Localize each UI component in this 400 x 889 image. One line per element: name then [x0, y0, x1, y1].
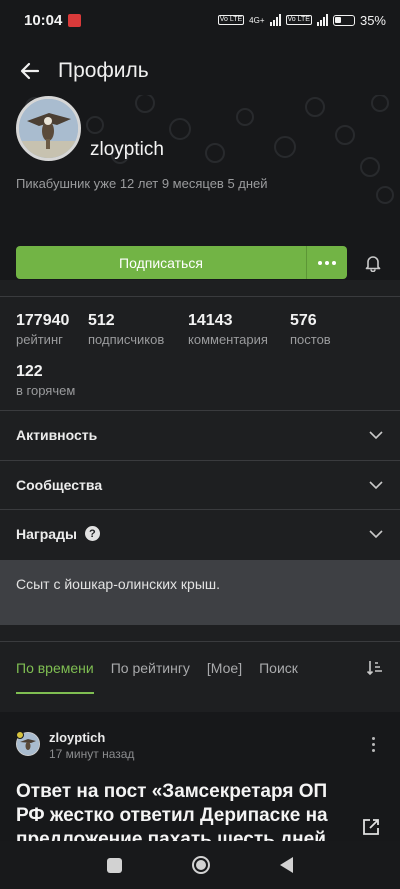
- stat-value: 14143: [188, 312, 233, 329]
- section-label: Активность: [16, 426, 98, 443]
- stat-value: 512: [88, 312, 115, 329]
- stat-value: 122: [16, 363, 43, 380]
- stat-comments[interactable]: 14143 комментария: [188, 312, 268, 347]
- post-tabs: По времени По рейтингу [Мое] Поиск: [0, 641, 400, 694]
- home-dot: [196, 860, 206, 870]
- system-navbar: [0, 841, 400, 889]
- network-type: 4G+: [249, 15, 265, 25]
- recent-apps-button[interactable]: [107, 857, 122, 873]
- stat-label: комментария: [188, 332, 268, 347]
- post-author[interactable]: zloyptich: [49, 730, 105, 745]
- dot: [332, 260, 336, 265]
- dot: [372, 743, 375, 746]
- dot: [325, 260, 329, 265]
- profile-bio: Ссыт с йошкар-олинских крыш.: [0, 560, 400, 625]
- tab-mine[interactable]: [Мое]: [207, 642, 242, 694]
- battery-icon: [332, 14, 355, 26]
- post-card[interactable]: zloyptich 17 минут назад Ответ на пост «…: [0, 712, 400, 850]
- stat-value: 177940: [16, 312, 70, 329]
- dot: [372, 737, 375, 740]
- home-button[interactable]: [192, 856, 210, 874]
- stat-subscribers[interactable]: 512 подписчиков: [88, 312, 164, 347]
- divider: [0, 296, 400, 297]
- post-menu-button[interactable]: [372, 737, 375, 752]
- battery-percent: 35%: [359, 12, 386, 28]
- notify-button[interactable]: [362, 252, 384, 274]
- subscribe-button[interactable]: Подписаться: [16, 246, 306, 279]
- section-activity[interactable]: Активность: [0, 410, 400, 459]
- page-title: Профиль: [58, 59, 149, 82]
- stat-hot[interactable]: 122 в горячем: [16, 363, 75, 398]
- stat-label: в горячем: [16, 383, 76, 398]
- chevron-down-icon: [369, 529, 383, 538]
- section-label: Сообщества: [16, 476, 103, 493]
- profile-header: Профиль: [0, 40, 400, 280]
- help-icon[interactable]: ?: [84, 526, 100, 541]
- notification-icon: [68, 13, 82, 27]
- sort-icon[interactable]: [366, 659, 384, 677]
- back-nav-button[interactable]: [280, 857, 293, 873]
- stat-label: постов: [290, 332, 331, 347]
- bell-icon: [365, 255, 381, 272]
- volte-icon: Vo LTE: [217, 15, 245, 25]
- stat-label: рейтинг: [16, 332, 63, 347]
- status-time: 10:04: [24, 11, 63, 29]
- volte-icon-2: Vo LTE: [285, 15, 312, 25]
- more-options-button[interactable]: [306, 246, 347, 279]
- status-dot: [16, 731, 24, 739]
- member-since: Пикабушник уже 12 лет 9 месяцев 5 дней: [16, 176, 268, 191]
- signal-icon-2: [316, 14, 328, 26]
- stat-value: 576: [290, 312, 317, 329]
- avatar[interactable]: [16, 96, 81, 161]
- chevron-down-icon: [369, 480, 383, 489]
- status-indicators: Vo LTE 4G+ Vo LTE 35%: [217, 12, 386, 28]
- dot: [372, 749, 375, 752]
- chevron-down-icon: [369, 430, 383, 439]
- subscribe-row: Подписаться: [16, 246, 384, 279]
- tab-by-time[interactable]: По времени: [16, 642, 94, 694]
- back-button[interactable]: [16, 57, 44, 85]
- eagle-avatar-image: [19, 99, 78, 158]
- stat-posts[interactable]: 576 постов: [290, 312, 331, 347]
- arrow-left-icon: [20, 62, 40, 80]
- profile-username: zloyptich: [90, 139, 164, 160]
- external-link-icon[interactable]: [361, 817, 381, 837]
- stat-label: подписчиков: [88, 332, 165, 347]
- section-awards[interactable]: Награды ?: [0, 509, 400, 558]
- section-communities[interactable]: Сообщества: [0, 460, 400, 509]
- topbar: Профиль: [0, 40, 400, 102]
- tab-search[interactable]: Поиск: [259, 642, 298, 694]
- section-label: Награды: [16, 525, 77, 542]
- post-time: 17 минут назад: [49, 747, 135, 761]
- status-bar: 10:04 Vo LTE 4G+ Vo LTE 35%: [0, 0, 400, 40]
- dot: [318, 260, 322, 265]
- stat-rating: 177940 рейтинг: [16, 312, 69, 347]
- signal-icon: [269, 14, 281, 26]
- tab-by-rating[interactable]: По рейтингу: [111, 642, 190, 694]
